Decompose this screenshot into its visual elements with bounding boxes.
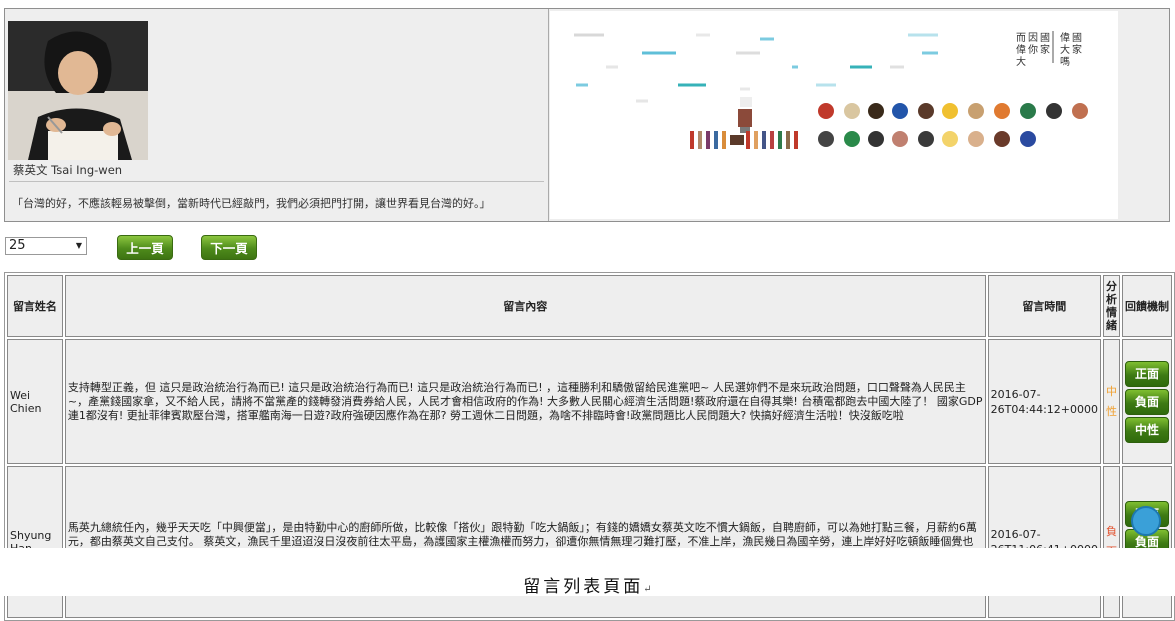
svg-text:因: 因	[1028, 32, 1038, 44]
return-mark-icon: ↵	[643, 584, 652, 595]
profile-photo	[8, 21, 148, 160]
svg-text:國: 國	[1072, 32, 1082, 44]
col-header-sentiment: 分析情緒	[1102, 275, 1120, 337]
banner-margin	[1118, 11, 1168, 219]
row-time: 2016-07-26T04:44:12+0000	[987, 339, 1101, 464]
prev-page-button[interactable]: 上一頁	[117, 235, 173, 260]
next-page-button[interactable]: 下一頁	[201, 235, 257, 260]
col-header-name: 留言姓名	[7, 275, 63, 337]
feedback-positive-button[interactable]: 正面	[1124, 360, 1169, 387]
svg-text:嗎: 嗎	[1060, 56, 1070, 68]
table-row: Wei Chien 支持轉型正義，但 這只是政治統治行為而已! 這只是政治統治行…	[7, 339, 1172, 464]
scroll-to-top-icon[interactable]	[1131, 506, 1161, 536]
profile-name: 蔡英文 Tsai Ing-wen	[13, 163, 123, 177]
col-header-feedback: 回饋機制	[1121, 275, 1172, 337]
row-name: Wei Chien	[7, 339, 63, 464]
svg-text:你: 你	[1028, 43, 1038, 56]
row-feedback: 正面 負面 中性	[1121, 339, 1172, 464]
banner-illustration: 而偉大 因你 國家 偉大嗎 國家	[550, 11, 1118, 219]
svg-text:而: 而	[1016, 32, 1026, 44]
svg-text:家: 家	[1040, 43, 1050, 56]
svg-text:國: 國	[1040, 32, 1050, 44]
figure-caption: 留言列表頁面↵	[0, 572, 1175, 597]
per-page-value: 25	[9, 238, 26, 253]
feedback-neutral-button[interactable]: 中性	[1124, 416, 1169, 443]
profile-card: 蔡英文 Tsai Ing-wen 「台灣的好，不應該輕易被擊倒，當新時代已經敲門…	[5, 9, 549, 221]
table-header-row: 留言姓名 留言內容 留言時間 分析情緒 回饋機制	[7, 275, 1172, 337]
svg-text:偉: 偉	[1016, 44, 1026, 56]
divider	[9, 181, 544, 182]
svg-text:大: 大	[1016, 55, 1026, 68]
svg-text:大: 大	[1060, 43, 1070, 56]
row-sentiment: 中性	[1102, 339, 1120, 464]
chevron-down-icon: ▼	[75, 241, 82, 250]
caption-text: 留言列表頁面	[523, 577, 644, 597]
svg-text:偉: 偉	[1060, 32, 1070, 44]
svg-text:家: 家	[1072, 43, 1082, 56]
header-panel: 蔡英文 Tsai Ing-wen 「台灣的好，不應該輕易被擊倒，當新時代已經敲門…	[4, 8, 1170, 222]
feedback-negative-button[interactable]: 負面	[1124, 388, 1169, 415]
col-header-time: 留言時間	[987, 275, 1101, 337]
row-content: 支持轉型正義，但 這只是政治統治行為而已! 這只是政治統治行為而已! 這只是政治…	[64, 339, 986, 464]
profile-quote: 「台灣的好，不應該輕易被擊倒，當新時代已經敲門，我們必須把門打開，讓世界看見台灣…	[12, 197, 491, 210]
per-page-select[interactable]: 25 ▼	[5, 237, 87, 255]
col-header-content: 留言內容	[64, 275, 986, 337]
